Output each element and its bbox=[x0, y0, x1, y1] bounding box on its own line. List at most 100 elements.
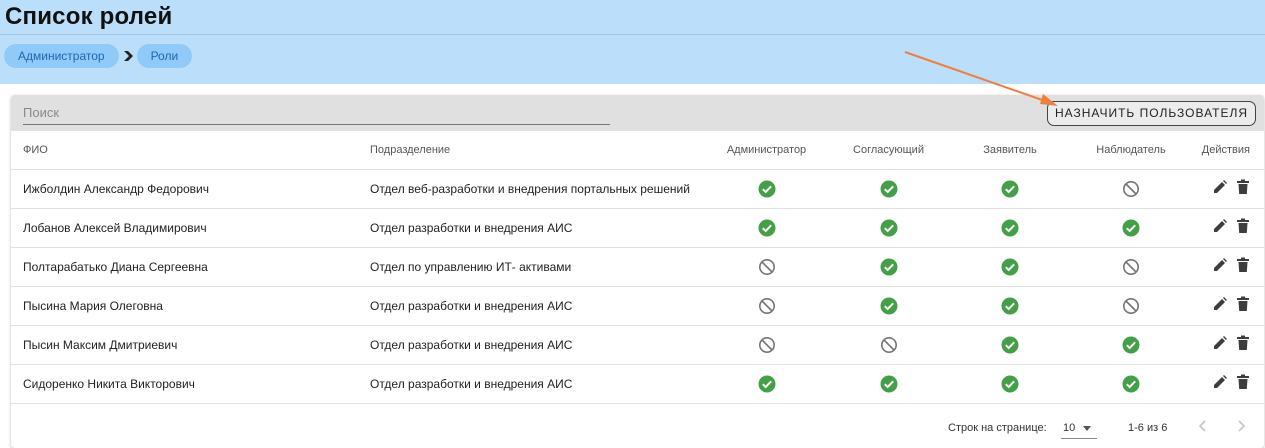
check-circle-icon bbox=[1001, 336, 1019, 354]
cell-fio: Полтарабатько Диана Сергеевна bbox=[11, 247, 358, 287]
check-circle-icon bbox=[1001, 375, 1019, 393]
cell-role-approver bbox=[825, 286, 952, 326]
check-circle-icon bbox=[880, 297, 898, 315]
block-icon bbox=[758, 336, 776, 354]
block-icon bbox=[1122, 258, 1140, 276]
cell-role-observer bbox=[1068, 364, 1194, 404]
cell-actions bbox=[1194, 247, 1264, 287]
cell-department: Отдел разработки и внедрения АИС bbox=[358, 208, 708, 248]
cell-role-approver bbox=[825, 364, 952, 404]
block-icon bbox=[880, 336, 898, 354]
table-row[interactable]: Лобанов Алексей Владимирович Отдел разраб… bbox=[11, 208, 1264, 248]
cell-actions bbox=[1194, 169, 1264, 209]
check-circle-icon bbox=[758, 375, 776, 393]
cell-department: Отдел веб-разработки и внедрения порталь… bbox=[358, 169, 708, 209]
edit-icon[interactable] bbox=[1212, 218, 1228, 237]
check-circle-icon bbox=[880, 375, 898, 393]
breadcrumb-item-administrator[interactable]: Администратор bbox=[4, 44, 119, 68]
delete-icon[interactable] bbox=[1236, 257, 1250, 276]
check-circle-icon bbox=[758, 219, 776, 237]
page-header: Список ролей Администратор Роли bbox=[0, 0, 1265, 84]
cell-role-administrator bbox=[708, 169, 825, 209]
check-circle-icon bbox=[880, 219, 898, 237]
cell-role-observer bbox=[1068, 208, 1194, 248]
cell-department: Отдел разработки и внедрения АИС bbox=[358, 286, 708, 326]
table-body: Ижболдин Александр Федорович Отдел веб-ра… bbox=[11, 169, 1264, 404]
check-circle-icon bbox=[1001, 258, 1019, 276]
table-row[interactable]: Сидоренко Никита Викторович Отдел разрабо… bbox=[11, 364, 1264, 404]
assign-user-button[interactable]: НАЗНАЧИТЬ ПОЛЬЗОВАТЕЛЯ bbox=[1047, 101, 1256, 126]
cell-actions bbox=[1194, 364, 1264, 404]
cell-actions bbox=[1194, 286, 1264, 326]
cell-actions bbox=[1194, 208, 1264, 248]
next-page-icon[interactable] bbox=[1234, 419, 1248, 436]
cell-fio: Пысина Мария Олеговна bbox=[11, 286, 358, 326]
dropdown-caret-icon bbox=[1083, 426, 1091, 431]
cell-role-approver bbox=[825, 325, 952, 365]
delete-icon[interactable] bbox=[1236, 218, 1250, 237]
check-circle-icon bbox=[1001, 219, 1019, 237]
header-divider bbox=[0, 34, 1265, 35]
check-circle-icon bbox=[880, 258, 898, 276]
edit-icon[interactable] bbox=[1212, 257, 1228, 276]
column-header-approver[interactable]: Согласующий bbox=[825, 131, 952, 170]
cell-department: Отдел по управлению ИТ- активами bbox=[358, 247, 708, 287]
edit-icon[interactable] bbox=[1212, 296, 1228, 315]
breadcrumb-item-roles[interactable]: Роли bbox=[136, 44, 193, 68]
cell-actions bbox=[1194, 325, 1264, 365]
edit-icon[interactable] bbox=[1212, 179, 1228, 198]
cell-role-observer bbox=[1068, 169, 1194, 209]
cell-role-administrator bbox=[708, 286, 825, 326]
pagination-range: 1-6 из 6 bbox=[1128, 422, 1168, 434]
pagination: Строк на странице: 10 1-6 из 6 bbox=[11, 409, 1264, 448]
table-row[interactable]: Пысина Мария Олеговна Отдел разработки и … bbox=[11, 286, 1264, 326]
cell-role-observer bbox=[1068, 286, 1194, 326]
rows-per-page-label: Строк на странице: bbox=[948, 422, 1047, 434]
cell-role-administrator bbox=[708, 325, 825, 365]
column-header-observer[interactable]: Наблюдатель bbox=[1068, 131, 1194, 170]
rows-per-page-value: 10 bbox=[1063, 422, 1076, 434]
cell-role-approver bbox=[825, 208, 952, 248]
cell-fio: Ижболдин Александр Федорович bbox=[11, 169, 358, 209]
table-header-row: ФИО Подразделение Администратор Согласую… bbox=[11, 131, 1264, 170]
roles-table: ФИО Подразделение Администратор Согласую… bbox=[11, 131, 1264, 404]
delete-icon[interactable] bbox=[1236, 179, 1250, 198]
edit-icon[interactable] bbox=[1212, 374, 1228, 393]
edit-icon[interactable] bbox=[1212, 335, 1228, 354]
search-input[interactable] bbox=[23, 100, 610, 125]
table-row[interactable]: Полтарабатько Диана Сергеевна Отдел по уп… bbox=[11, 247, 1264, 287]
column-header-department[interactable]: Подразделение bbox=[358, 131, 708, 170]
column-header-administrator[interactable]: Администратор bbox=[708, 131, 825, 170]
check-circle-icon bbox=[1122, 375, 1140, 393]
column-header-fio[interactable]: ФИО bbox=[11, 131, 358, 170]
prev-page-icon[interactable] bbox=[1196, 419, 1210, 436]
cell-fio: Лобанов Алексей Владимирович bbox=[11, 208, 358, 248]
cell-role-observer bbox=[1068, 247, 1194, 287]
table-row[interactable]: Пысин Максим Дмитриевич Отдел разработки … bbox=[11, 325, 1264, 365]
delete-icon[interactable] bbox=[1236, 296, 1250, 315]
check-circle-icon bbox=[1122, 219, 1140, 237]
page-title: Список ролей bbox=[5, 3, 173, 30]
delete-icon[interactable] bbox=[1236, 335, 1250, 354]
breadcrumb-separator-icon bbox=[119, 44, 137, 68]
check-circle-icon bbox=[1001, 297, 1019, 315]
cell-department: Отдел разработки и внедрения АИС bbox=[358, 325, 708, 365]
delete-icon[interactable] bbox=[1236, 374, 1250, 393]
table-row[interactable]: Ижболдин Александр Федорович Отдел веб-ра… bbox=[11, 169, 1264, 209]
block-icon bbox=[1122, 180, 1140, 198]
cell-role-applicant bbox=[952, 364, 1068, 404]
roles-card: НАЗНАЧИТЬ ПОЛЬЗОВАТЕЛЯ ФИО Подразделение… bbox=[11, 95, 1264, 448]
cell-role-applicant bbox=[952, 247, 1068, 287]
column-header-applicant[interactable]: Заявитель bbox=[952, 131, 1068, 170]
cell-role-observer bbox=[1068, 325, 1194, 365]
check-circle-icon bbox=[1001, 180, 1019, 198]
cell-role-applicant bbox=[952, 286, 1068, 326]
cell-role-administrator bbox=[708, 247, 825, 287]
cell-fio: Пысин Максим Дмитриевич bbox=[11, 325, 358, 365]
breadcrumb: Администратор Роли bbox=[4, 44, 193, 68]
rows-per-page-select[interactable]: 10 bbox=[1061, 417, 1097, 439]
cell-role-administrator bbox=[708, 208, 825, 248]
cell-role-applicant bbox=[952, 169, 1068, 209]
cell-role-administrator bbox=[708, 364, 825, 404]
cell-fio: Сидоренко Никита Викторович bbox=[11, 364, 358, 404]
